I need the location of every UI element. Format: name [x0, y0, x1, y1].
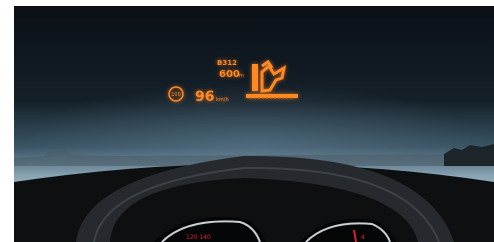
tachometer-tick-label: 4 [361, 234, 365, 241]
speedometer-tick-labels: 120 140 [186, 234, 211, 241]
dashboard: 120 140 4 [14, 155, 494, 242]
windshield-scene: B312 600 m 100 96 km/h 120 140 4 [14, 6, 494, 242]
